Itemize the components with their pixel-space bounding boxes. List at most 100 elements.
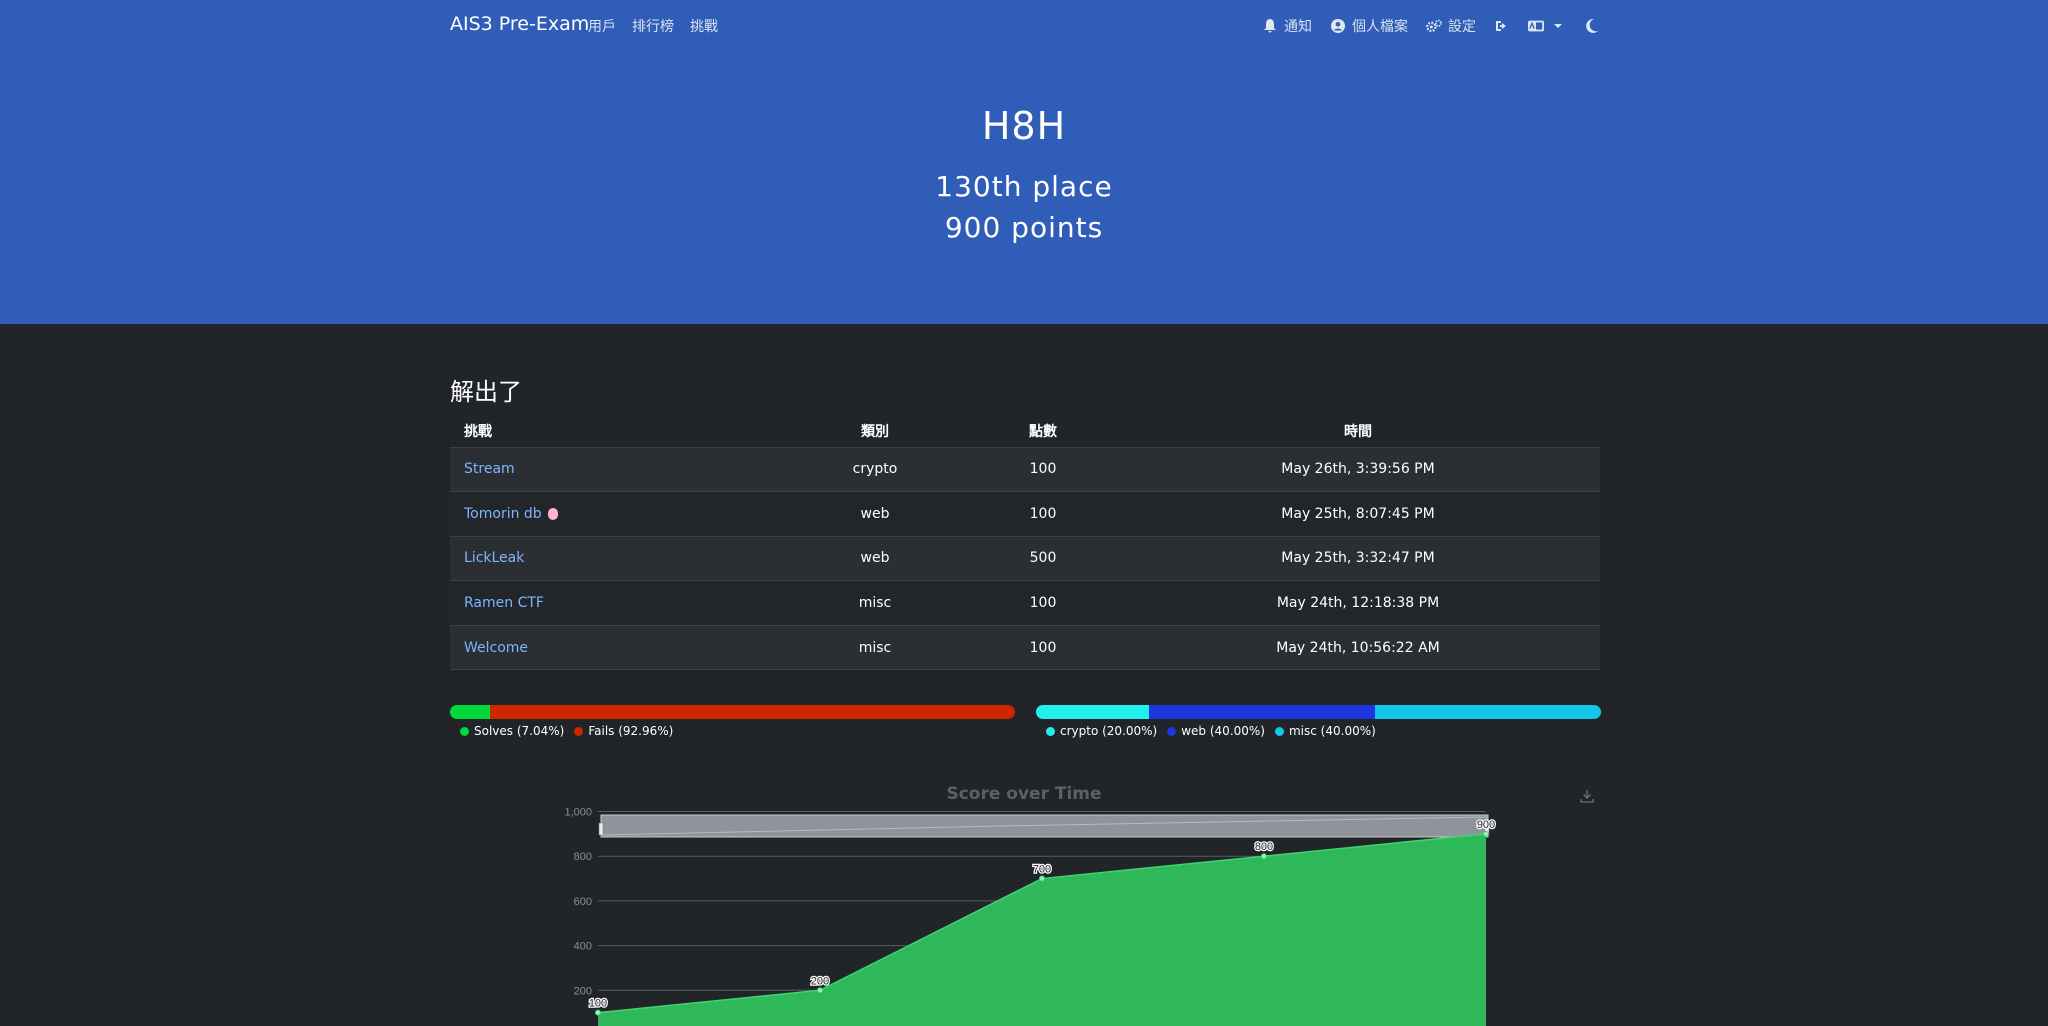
team-name: H8H bbox=[981, 104, 1067, 148]
challenge-link[interactable]: LickLeak bbox=[464, 550, 524, 566]
fails-segment bbox=[489, 705, 1015, 719]
challenge-link[interactable]: Welcome bbox=[464, 640, 528, 656]
sign-out-icon bbox=[1494, 18, 1510, 34]
category-cell: misc bbox=[780, 625, 970, 671]
nav-links: 用戶 排行榜 挑戰 bbox=[588, 16, 718, 36]
legend-fails[interactable]: Fails (92.96%) bbox=[574, 724, 673, 738]
y-tick-label: 800 bbox=[574, 851, 592, 863]
nav-users[interactable]: 用戶 bbox=[588, 16, 616, 36]
team-place: 130th place bbox=[935, 170, 1113, 203]
y-tick-label: 200 bbox=[574, 985, 592, 997]
legend-category[interactable]: web (40.00%) bbox=[1167, 724, 1265, 738]
brand-link[interactable]: AIS3 Pre-Exam bbox=[450, 13, 589, 35]
category-breakdown-legend: crypto (20.00%) web (40.00%) misc (40.00%) bbox=[1046, 724, 1376, 738]
data-point bbox=[1483, 830, 1489, 837]
team-points: 900 points bbox=[944, 211, 1104, 244]
table-row: LickLeak web 500 May 25th, 3:32:47 PM bbox=[450, 536, 1600, 582]
data-label: 700 bbox=[1033, 864, 1051, 876]
legend-fails-label: Fails (92.96%) bbox=[588, 724, 674, 738]
moon-icon bbox=[1584, 18, 1600, 34]
challenge-link[interactable]: Tomorin db bbox=[464, 506, 542, 522]
nav-right: 通知 個人檔案 設定 bbox=[1262, 16, 1600, 36]
time-cell: May 26th, 3:39:56 PM bbox=[1116, 447, 1600, 493]
data-point bbox=[595, 1009, 601, 1016]
nav-settings-label: 設定 bbox=[1448, 19, 1476, 35]
time-cell: May 24th, 10:56:22 AM bbox=[1116, 625, 1600, 671]
table-header-row: 挑戰 類別 點數 時間 bbox=[450, 416, 1600, 448]
solve-percentage-bar bbox=[450, 705, 1015, 719]
challenge-link[interactable]: Ramen CTF bbox=[464, 595, 544, 611]
gears-icon bbox=[1426, 18, 1442, 34]
legend-dot bbox=[1046, 726, 1055, 736]
zoom-handle-left bbox=[598, 822, 604, 836]
solves-title: 解出了 bbox=[450, 378, 522, 406]
y-tick-label: 600 bbox=[574, 896, 592, 908]
legend-category[interactable]: misc (40.00%) bbox=[1274, 724, 1376, 738]
legend-dot bbox=[1274, 726, 1284, 736]
time-cell: May 25th, 3:32:47 PM bbox=[1116, 536, 1600, 582]
legend-dot bbox=[460, 726, 469, 736]
col-value: 點數 bbox=[970, 416, 1116, 448]
legend-category-label: misc (40.00%) bbox=[1288, 724, 1376, 738]
solves-table: 挑戰 類別 點數 時間 Stream crypto 100 May 26th, … bbox=[450, 416, 1600, 671]
table-row: Stream crypto 100 May 26th, 3:39:56 PM bbox=[450, 447, 1600, 493]
value-cell: 100 bbox=[970, 625, 1116, 671]
data-label: 900 bbox=[1477, 819, 1495, 831]
legend-dot bbox=[1167, 726, 1177, 736]
category-breakdown-bar bbox=[1036, 705, 1601, 719]
zoom-slider bbox=[600, 814, 1489, 838]
value-cell: 100 bbox=[970, 491, 1116, 537]
value-cell: 100 bbox=[970, 580, 1116, 626]
nav-scoreboard[interactable]: 排行榜 bbox=[632, 16, 674, 36]
category-cell: web bbox=[780, 491, 970, 537]
y-tick-label: 1,000 bbox=[564, 807, 592, 819]
category-cell: web bbox=[780, 536, 970, 582]
solve-percentage-legend: Solves (7.04%) Fails (92.96%) bbox=[460, 724, 673, 738]
y-tick-label: 400 bbox=[574, 941, 592, 953]
legend-category-label: crypto (20.00%) bbox=[1060, 724, 1158, 738]
value-cell: 100 bbox=[970, 447, 1116, 493]
nav-notifications[interactable]: 通知 bbox=[1262, 16, 1312, 36]
user-circle-icon bbox=[1330, 18, 1346, 34]
team-header: AIS3 Pre-Exam 用戶 排行榜 挑戰 通知 個人檔案 設定 H8H 1… bbox=[0, 0, 2048, 324]
legend-solves[interactable]: Solves (7.04%) bbox=[460, 724, 564, 738]
nav-settings[interactable]: 設定 bbox=[1426, 16, 1476, 36]
nav-theme-toggle[interactable] bbox=[1584, 18, 1600, 34]
time-cell: May 24th, 12:18:38 PM bbox=[1116, 580, 1600, 626]
data-point bbox=[817, 987, 823, 994]
nav-profile[interactable]: 個人檔案 bbox=[1330, 16, 1408, 36]
legend-category[interactable]: crypto (20.00%) bbox=[1046, 724, 1157, 738]
data-point bbox=[1039, 875, 1045, 882]
score-over-time-chart: 1,000800600400200100200700800900 bbox=[564, 807, 1496, 1026]
navbar: AIS3 Pre-Exam 用戶 排行榜 挑戰 通知 個人檔案 設定 bbox=[450, 8, 1600, 42]
bell-icon bbox=[1262, 18, 1278, 34]
nav-profile-label: 個人檔案 bbox=[1352, 19, 1408, 35]
table-row: Ramen CTF misc 100 May 24th, 12:18:38 PM bbox=[450, 580, 1600, 626]
category-segment bbox=[1149, 705, 1375, 719]
legend-category-label: web (40.00%) bbox=[1181, 724, 1265, 738]
data-point bbox=[1261, 853, 1267, 860]
legend-dot bbox=[574, 726, 584, 736]
data-label: 200 bbox=[811, 975, 829, 987]
nav-logout[interactable] bbox=[1494, 18, 1510, 34]
value-cell: 500 bbox=[970, 536, 1116, 582]
table-row: Welcome misc 100 May 24th, 10:56:22 AM bbox=[450, 625, 1600, 671]
col-challenge: 挑戰 bbox=[450, 416, 780, 448]
challenge-link[interactable]: Stream bbox=[464, 461, 515, 477]
solves-segment bbox=[450, 705, 490, 719]
data-label: 800 bbox=[1255, 841, 1273, 853]
nav-challenges[interactable]: 挑戰 bbox=[690, 16, 718, 36]
nav-language[interactable] bbox=[1528, 18, 1566, 34]
category-segment bbox=[1036, 705, 1149, 719]
legend-solves-label: Solves (7.04%) bbox=[474, 724, 565, 738]
category-cell: misc bbox=[780, 580, 970, 626]
col-time: 時間 bbox=[1116, 416, 1600, 448]
time-cell: May 25th, 8:07:45 PM bbox=[1116, 491, 1600, 537]
table-row: Tomorin db web 100 May 25th, 8:07:45 PM bbox=[450, 491, 1600, 537]
data-label: 100 bbox=[589, 998, 607, 1010]
category-cell: crypto bbox=[780, 447, 970, 493]
col-category: 類別 bbox=[780, 416, 970, 448]
language-icon bbox=[1528, 18, 1544, 34]
category-segment bbox=[1375, 705, 1601, 719]
nav-notifications-label: 通知 bbox=[1284, 19, 1312, 35]
